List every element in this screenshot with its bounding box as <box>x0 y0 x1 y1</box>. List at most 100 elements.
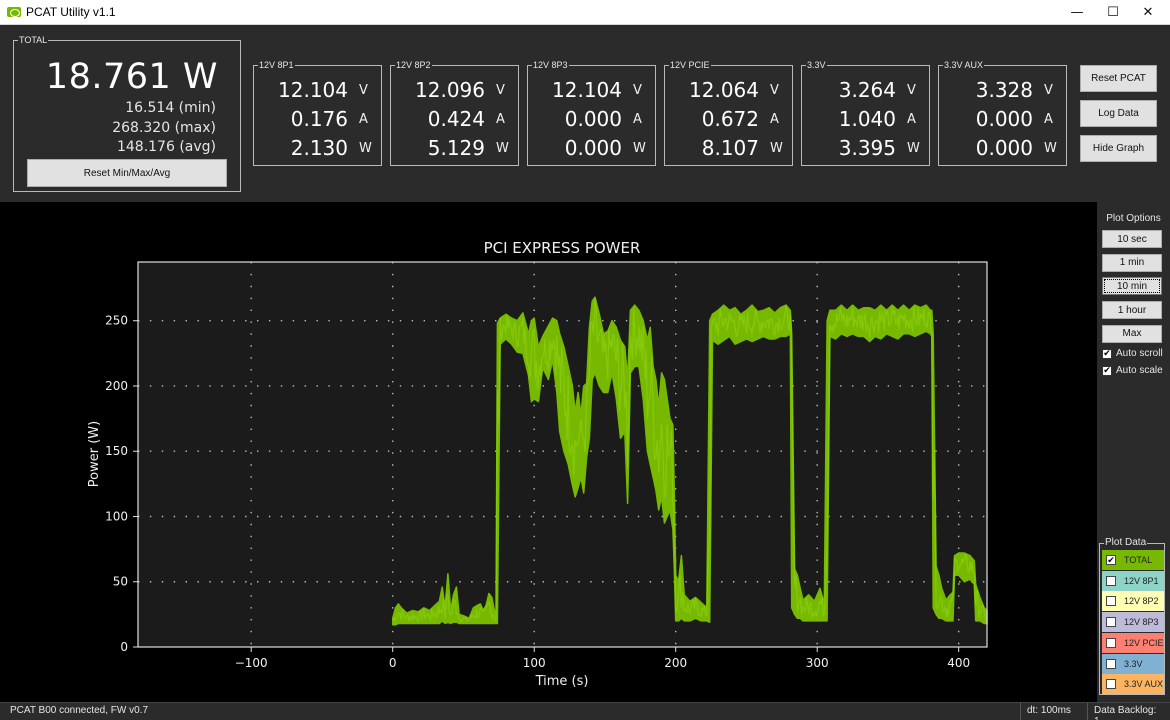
window-titlebar: PCAT Utility v1.1 — ☐ ✕ <box>0 0 1170 25</box>
plot-series-toggle[interactable]: 3.3V AUX <box>1102 674 1164 695</box>
plot-options-heading: Plot Options <box>1106 213 1161 224</box>
y-tick-label: 100 <box>105 509 128 523</box>
range-button[interactable]: 1 hour <box>1102 301 1162 320</box>
series-checkbox-icon[interactable]: ✔ <box>1106 555 1116 565</box>
x-axis-label: Time (s) <box>535 674 589 689</box>
rail-watts-value: 0.000 <box>975 136 1033 160</box>
rail-watts-row: 0.000 W <box>528 136 655 164</box>
rail-watts-unit: W <box>907 141 920 156</box>
rail-groupbox: 3.3V AUX 3.328 V 0.000 A 0.000 W <box>938 59 1067 166</box>
total-avg: 148.176 (avg) <box>116 139 216 155</box>
rail-watts-value: 0.000 <box>564 136 622 160</box>
y-tick-label: 150 <box>105 444 128 458</box>
total-power-value: 18.761 W <box>45 57 218 97</box>
rail-volts-unit: V <box>770 83 779 98</box>
dt-status: dt: 100ms <box>1020 703 1084 720</box>
rail-amps-unit: A <box>359 112 368 127</box>
rail-title: 12V 8P2 <box>395 59 432 71</box>
rail-volts-unit: V <box>907 83 916 98</box>
rail-amps-unit: A <box>907 112 916 127</box>
connection-status: PCAT B00 connected, FW v0.7 <box>10 705 149 716</box>
plot-area: −100 0 100 200 300 400 0 50 100 150 200 250 PCI EXP… <box>0 202 1097 702</box>
auto-scale-label: Auto scale <box>1116 365 1163 376</box>
hide-graph-button[interactable]: Hide Graph <box>1080 135 1157 162</box>
rail-groupbox: 12V PCIE 12.064 V 0.672 A 8.107 W <box>664 59 793 166</box>
rail-amps-row: 0.424 A <box>391 107 518 135</box>
rail-groupbox: 3.3V 3.264 V 1.040 A 3.395 W <box>801 59 930 166</box>
chart-title: PCI EXPRESS POWER <box>484 239 641 257</box>
rail-watts-unit: W <box>770 141 783 156</box>
series-label: 3.3V <box>1124 658 1143 669</box>
series-checkbox-icon[interactable] <box>1106 679 1116 690</box>
plot-series-toggle[interactable]: 3.3V <box>1102 653 1164 674</box>
rail-amps-value: 0.000 <box>975 107 1033 131</box>
plot-series-toggle[interactable]: 12V 8P2 <box>1102 591 1164 612</box>
rail-title: 3.3V <box>806 59 827 71</box>
checkmark-icon: ✔ <box>1102 348 1112 359</box>
rail-watts-value: 5.129 <box>427 136 485 160</box>
rail-volts-unit: V <box>1044 83 1053 98</box>
x-tick-label: 200 <box>664 656 687 670</box>
rail-volts-value: 12.064 <box>689 78 759 102</box>
plot-series-toggle[interactable]: 12V PCIE <box>1102 632 1164 653</box>
range-button[interactable]: 1 min <box>1102 253 1162 272</box>
range-button[interactable]: 10 min <box>1102 277 1162 296</box>
rail-amps-row: 0.000 A <box>528 107 655 135</box>
series-label: 3.3V AUX <box>1124 679 1164 690</box>
total-max: 268.320 (max) <box>112 120 216 136</box>
series-label: TOTAL <box>1124 555 1153 565</box>
rail-amps-row: 0.000 A <box>939 107 1066 135</box>
series-checkbox-icon[interactable] <box>1106 637 1116 648</box>
rail-amps-value: 1.040 <box>838 107 896 131</box>
series-label: 12V 8P3 <box>1124 617 1159 628</box>
series-checkbox-icon[interactable] <box>1106 617 1116 628</box>
rail-watts-unit: W <box>1044 141 1057 156</box>
rail-watts-unit: W <box>633 141 646 156</box>
rail-title: 12V 8P1 <box>258 59 295 71</box>
rail-volts-row: 12.064 V <box>665 78 792 106</box>
x-tick-label: 0 <box>389 656 397 670</box>
series-checkbox-icon[interactable] <box>1106 658 1116 669</box>
series-label: 12V 8P1 <box>1124 575 1159 586</box>
rail-title: 3.3V AUX <box>943 59 985 71</box>
auto-scroll-checkbox[interactable]: ✔ Auto scroll <box>1102 348 1163 359</box>
rail-watts-value: 2.130 <box>290 136 348 160</box>
reset-min-max-avg-button[interactable]: Reset Min/Max/Avg <box>27 159 227 187</box>
reset-pcat-button[interactable]: Reset PCAT <box>1080 65 1157 92</box>
plot-series-toggle[interactable]: ✔ TOTAL <box>1102 550 1164 570</box>
power-chart[interactable]: −100 0 100 200 300 400 0 50 100 150 200 250 PCI EXP… <box>0 202 1097 702</box>
total-min: 16.514 (min) <box>125 100 216 116</box>
plot-series-toggle[interactable]: 12V 8P3 <box>1102 612 1164 633</box>
rail-title: 12V PCIE <box>669 59 711 71</box>
plot-data-heading: Plot Data <box>1104 537 1148 549</box>
range-button[interactable]: Max <box>1102 324 1162 343</box>
rail-volts-value: 3.328 <box>975 78 1033 102</box>
range-button[interactable]: 10 sec <box>1102 230 1162 248</box>
series-checkbox-icon[interactable] <box>1106 575 1116 586</box>
rail-groupbox: 12V 8P1 12.104 V 0.176 A 2.130 W <box>253 59 382 166</box>
rail-volts-unit: V <box>633 83 642 98</box>
rail-volts-unit: V <box>496 83 505 98</box>
checkmark-icon: ✔ <box>1102 365 1112 376</box>
rail-volts-row: 12.104 V <box>254 78 381 106</box>
series-checkbox-icon[interactable] <box>1106 596 1116 607</box>
rail-amps-row: 0.672 A <box>665 107 792 135</box>
total-groupbox: TOTAL 18.761 W 16.514 (min) 268.320 (max… <box>13 34 241 192</box>
plot-series-toggle[interactable]: 12V 8P1 <box>1102 570 1164 591</box>
y-tick-label: 0 <box>120 640 128 654</box>
rail-watts-unit: W <box>496 141 509 156</box>
auto-scale-checkbox[interactable]: ✔ Auto scale <box>1102 365 1163 376</box>
data-backlog-status: Data Backlog: 1 <box>1087 703 1170 720</box>
status-bar: PCAT B00 connected, FW v0.7 dt: 100ms Da… <box>0 702 1170 720</box>
rail-volts-row: 12.096 V <box>391 78 518 106</box>
rail-volts-unit: V <box>359 83 368 98</box>
rail-watts-row: 2.130 W <box>254 136 381 164</box>
series-label: 12V 8P2 <box>1124 596 1159 607</box>
rail-amps-value: 0.672 <box>701 107 759 131</box>
rail-amps-unit: A <box>633 112 642 127</box>
series-label: 12V PCIE <box>1124 637 1164 648</box>
app-logo-icon <box>7 7 21 17</box>
rail-volts-value: 12.096 <box>415 78 485 102</box>
log-data-button[interactable]: Log Data <box>1080 100 1157 127</box>
close-button[interactable]: ✕ <box>1125 0 1170 25</box>
